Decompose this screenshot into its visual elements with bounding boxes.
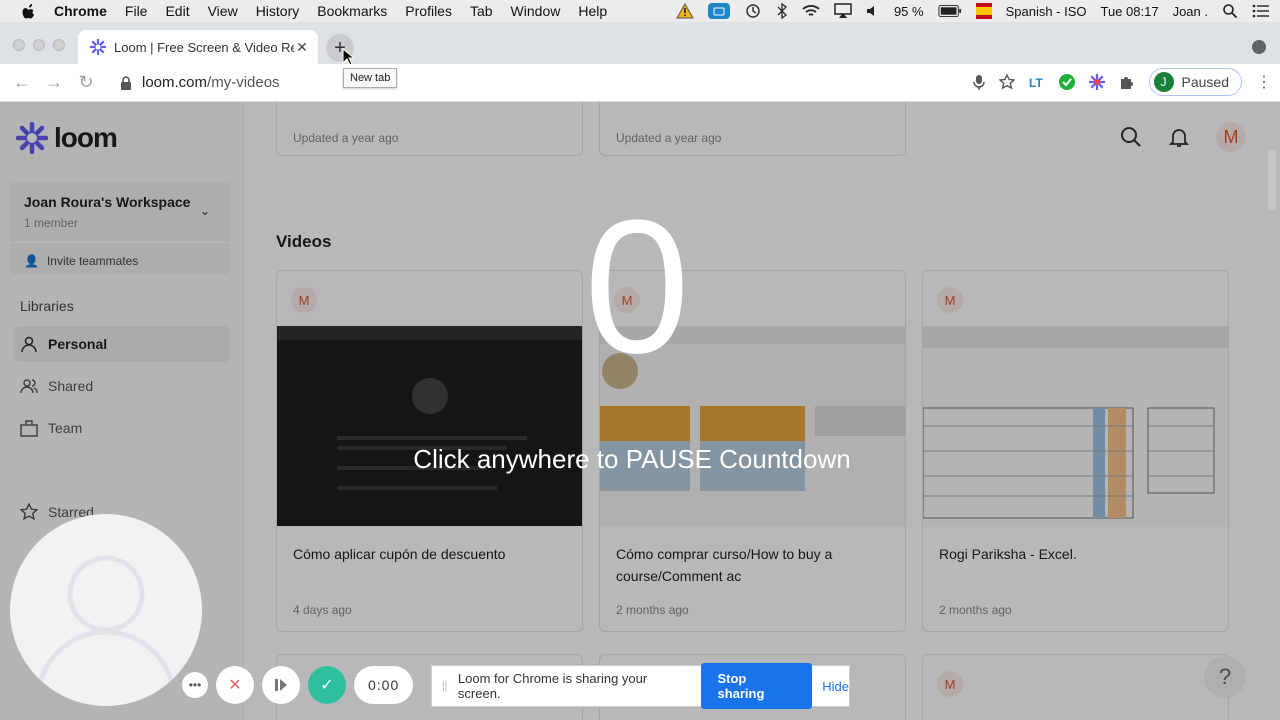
menu-bookmarks[interactable]: Bookmarks	[317, 3, 387, 19]
languagetool-extension-icon[interactable]: LT	[1029, 74, 1045, 90]
more-options-button[interactable]: •••	[182, 672, 208, 698]
loom-favicon-icon	[90, 39, 106, 55]
recording-timer: 0:00	[354, 666, 414, 704]
menu-help[interactable]: Help	[578, 3, 607, 19]
chrome-menu-icon[interactable]: ⋮	[1256, 72, 1272, 92]
countdown-number: 0	[584, 181, 690, 393]
pause-recording-button[interactable]	[262, 666, 300, 704]
pause-icon	[275, 679, 287, 691]
menu-app-name[interactable]: Chrome	[54, 3, 107, 19]
camera-bubble[interactable]	[10, 514, 202, 706]
menubar-user[interactable]: Joan .	[1173, 4, 1208, 19]
new-tab-tooltip: New tab	[343, 68, 398, 88]
close-tab-icon[interactable]: ✕	[294, 39, 310, 56]
stop-sharing-button[interactable]: Stop sharing	[701, 663, 813, 709]
profile-status: Paused	[1181, 74, 1229, 90]
window-controls	[13, 39, 65, 51]
bookmark-star-icon[interactable]	[998, 74, 1015, 90]
browser-toolbar: ← → ↻ loom.com/my-videos LT J Paused ⋮	[0, 64, 1280, 102]
pause-countdown-message[interactable]: Click anywhere to PAUSE Countdown	[0, 444, 1264, 475]
notification-center-icon[interactable]	[1252, 3, 1270, 19]
menu-view[interactable]: View	[208, 3, 238, 19]
reload-icon[interactable]: ↻	[70, 72, 102, 93]
scrollbar-thumb[interactable]	[1268, 150, 1276, 210]
airplay-icon[interactable]	[834, 3, 852, 19]
mouse-cursor-icon	[342, 48, 354, 66]
profile-paused-button[interactable]: J Paused	[1148, 68, 1242, 96]
back-icon[interactable]: ←	[6, 72, 38, 93]
screen-sharing-bar: || Loom for Chrome is sharing your scree…	[431, 663, 850, 709]
browser-tab-loom[interactable]: Loom | Free Screen & Video Re ✕	[78, 30, 318, 64]
user-placeholder-icon	[35, 555, 177, 701]
menubar-clock[interactable]: Tue 08:17	[1101, 4, 1159, 19]
browser-tabstrip: Loom | Free Screen & Video Re ✕ +	[0, 22, 1280, 64]
tab-search-icon[interactable]	[1252, 40, 1266, 54]
cancel-recording-button[interactable]: ✕	[216, 666, 254, 704]
menu-edit[interactable]: Edit	[165, 3, 189, 19]
zoom-window-button[interactable]	[53, 39, 65, 51]
battery-icon[interactable]	[938, 3, 962, 19]
drag-handle-icon[interactable]: ||	[442, 681, 452, 692]
warning-icon[interactable]	[676, 3, 694, 19]
macos-menubar: Chrome File Edit View History Bookmarks …	[0, 0, 1280, 22]
loom-extension-icon[interactable]	[1088, 74, 1105, 90]
volume-icon[interactable]	[866, 3, 880, 19]
menubar-status-area: 95 % Spanish - ISO Tue 08:17 Joan .	[676, 0, 1270, 22]
menu-profiles[interactable]: Profiles	[405, 3, 452, 19]
spain-flag-icon[interactable]	[975, 3, 992, 19]
lock-icon[interactable]	[120, 75, 132, 90]
close-window-button[interactable]	[13, 39, 25, 51]
minimize-window-button[interactable]	[33, 39, 45, 51]
finish-recording-button[interactable]: ✓	[308, 666, 346, 704]
microphone-icon[interactable]	[972, 74, 985, 90]
sharing-message: Loom for Chrome is sharing your screen.	[457, 671, 648, 701]
extensions-puzzle-icon[interactable]	[1119, 74, 1135, 90]
hide-button[interactable]: Hide	[822, 679, 849, 694]
url-path: /my-videos	[207, 74, 280, 91]
profile-avatar: J	[1153, 72, 1174, 92]
wifi-icon[interactable]	[802, 3, 820, 19]
battery-percent: 95 %	[893, 3, 924, 19]
menu-window[interactable]: Window	[511, 3, 561, 19]
recording-controls: ••• ✕ ✓ 0:00	[182, 666, 414, 704]
menu-tab[interactable]: Tab	[470, 3, 493, 19]
svg-text:LT: LT	[1029, 76, 1043, 90]
time-machine-icon[interactable]	[744, 3, 762, 19]
forward-icon[interactable]: →	[38, 72, 70, 93]
toolbar-actions: LT J Paused ⋮	[972, 68, 1272, 96]
tab-title: Loom | Free Screen & Video Re	[114, 39, 294, 55]
spotlight-search-icon[interactable]	[1222, 3, 1238, 19]
bluetooth-icon[interactable]	[776, 3, 788, 19]
apple-icon[interactable]	[20, 2, 38, 20]
url-host: loom.com	[142, 74, 208, 91]
vpn-icon[interactable]	[707, 3, 730, 19]
input-source-label[interactable]: Spanish - ISO	[1006, 4, 1087, 19]
check-extension-icon[interactable]	[1058, 74, 1075, 90]
menu-history[interactable]: History	[256, 3, 300, 19]
address-bar[interactable]: loom.com/my-videos	[110, 68, 990, 98]
menu-file[interactable]: File	[125, 3, 148, 19]
